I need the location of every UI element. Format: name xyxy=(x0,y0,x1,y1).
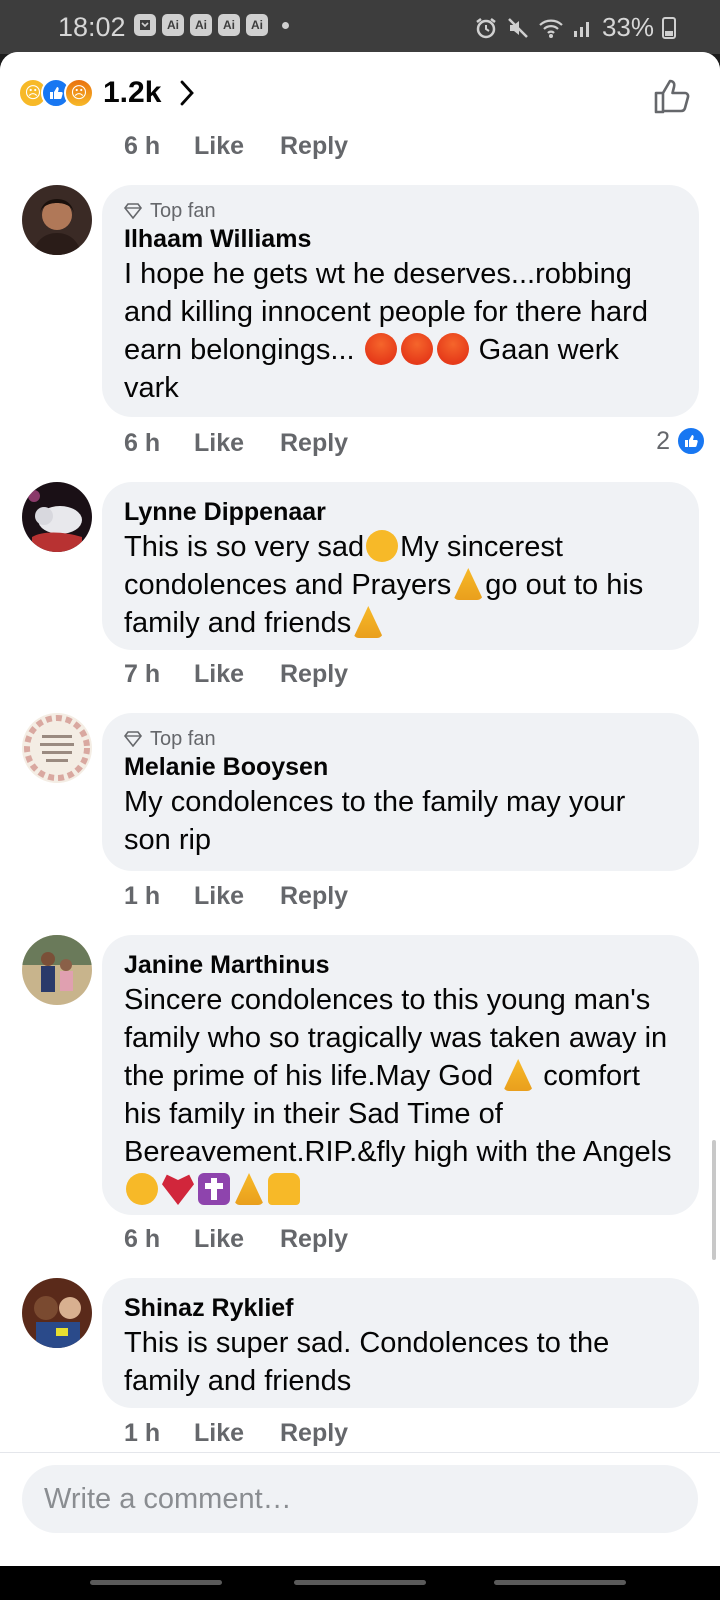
comment-time: 6 h xyxy=(124,132,161,160)
like-link[interactable]: Like xyxy=(194,660,280,689)
reply-link[interactable]: Reply xyxy=(280,1419,348,1448)
diamond-icon xyxy=(124,731,142,747)
more-notifications-dot-icon xyxy=(282,22,289,29)
comment-time: 7 h xyxy=(124,660,161,688)
comment-input[interactable] xyxy=(22,1465,698,1533)
ai-notification-icon: Ai xyxy=(190,14,212,36)
top-fan-badge: Top fan xyxy=(124,199,677,223)
comment-actions: 6 h Like Reply xyxy=(124,1225,348,1254)
top-fan-badge: Top fan xyxy=(124,727,677,751)
comment-actions: 1 h Like Reply xyxy=(124,1419,348,1448)
comment-like-count[interactable]: 2 xyxy=(656,426,706,456)
latin-cross-emoji xyxy=(198,1173,230,1205)
avatar[interactable] xyxy=(22,1278,92,1348)
comment-time: 1 h xyxy=(124,882,161,910)
battery-icon xyxy=(662,16,676,39)
comment-text: This is so very sad My sincerest condolen… xyxy=(124,530,644,639)
chevron-right-icon xyxy=(180,80,195,106)
comment-bubble: Shinaz Ryklief This is super sad. Condol… xyxy=(102,1278,699,1408)
comment-author[interactable]: Shinaz Ryklief xyxy=(124,1292,677,1324)
reaction-count: 1.2k xyxy=(103,76,162,109)
battery-percent: 33% xyxy=(601,12,654,42)
home-button[interactable] xyxy=(294,1580,426,1585)
system-nav-bar xyxy=(0,1566,720,1600)
comment-text: Sincere condolences to this young man's … xyxy=(124,981,677,1209)
like-count-number: 2 xyxy=(656,426,670,455)
diamond-icon xyxy=(124,203,142,219)
status-bar: 18:02 Ai Ai Ai Ai 33% xyxy=(0,0,720,54)
app-notification-icon xyxy=(134,14,156,36)
folded-hands-emoji xyxy=(353,606,384,638)
ai-notification-icon: Ai xyxy=(218,14,240,36)
comment-author[interactable]: Ilhaam Williams xyxy=(124,223,677,255)
folded-hands-emoji xyxy=(234,1173,264,1205)
like-link[interactable]: Like xyxy=(194,1419,280,1448)
angry-face-emoji xyxy=(364,333,397,365)
scrollbar[interactable] xyxy=(712,1140,716,1260)
comment-text: My condolences to the family may your so… xyxy=(124,786,626,856)
avatar[interactable] xyxy=(22,482,92,552)
angry-face-emoji xyxy=(400,333,433,365)
like-button-icon[interactable] xyxy=(652,76,692,116)
comment-bubble: Top fan Ilhaam Williams I hope he gets w… xyxy=(102,185,699,417)
comment-author[interactable]: Janine Marthinus xyxy=(124,949,677,981)
comment-bubble: Janine Marthinus Sincere condolences to … xyxy=(102,935,699,1215)
reply-link[interactable]: Reply xyxy=(280,1225,348,1254)
reply-link[interactable]: Reply xyxy=(280,660,348,689)
status-app-icons: Ai Ai Ai Ai xyxy=(134,14,289,36)
reactions-summary[interactable]: ☹ ☹ 1.2k xyxy=(18,76,195,110)
like-link[interactable]: Like xyxy=(194,429,280,458)
top-fan-label: Top fan xyxy=(150,199,216,222)
status-right-icons: 33% xyxy=(474,12,676,43)
ai-notification-icon: Ai xyxy=(162,14,184,36)
crying-face-emoji xyxy=(126,1173,158,1205)
avatar[interactable] xyxy=(22,935,92,1005)
ai-notification-icon: Ai xyxy=(246,14,268,36)
comments-sheet: ☹ ☹ 1.2k 6 h Like Reply Top fan Ilhaam W… xyxy=(0,52,720,1600)
like-link[interactable]: Like xyxy=(194,882,280,911)
comment-text: This is super sad. Condolences to the fa… xyxy=(124,1327,610,1397)
comment-author[interactable]: Lynne Dippenaar xyxy=(124,496,677,528)
like-link[interactable]: Like xyxy=(194,1225,280,1254)
like-link[interactable]: Like xyxy=(194,132,280,161)
comment-time: 1 h xyxy=(124,1419,161,1447)
recents-button[interactable] xyxy=(90,1580,222,1585)
folded-hands-emoji xyxy=(453,568,484,600)
avatar[interactable] xyxy=(22,185,92,255)
like-icon xyxy=(676,426,706,456)
comment-bubble: Lynne Dippenaar This is so very sad My si… xyxy=(102,482,699,650)
comment-author[interactable]: Melanie Booysen xyxy=(124,751,677,783)
wifi-icon xyxy=(539,19,563,38)
comment-actions: 7 h Like Reply xyxy=(124,660,348,689)
reply-link[interactable]: Reply xyxy=(280,132,348,161)
angry-icon: ☹ xyxy=(64,78,94,108)
broken-heart-emoji xyxy=(162,1174,194,1205)
comment-bubble: Top fan Melanie Booysen My condolences t… xyxy=(102,713,699,871)
comment-actions: 6 h Like Reply xyxy=(124,132,348,161)
folded-hands-emoji xyxy=(503,1059,534,1091)
comment-actions: 1 h Like Reply xyxy=(124,882,348,911)
reply-link[interactable]: Reply xyxy=(280,882,348,911)
top-fan-label: Top fan xyxy=(150,727,216,750)
comment-time: 6 h xyxy=(124,1225,161,1253)
angry-face-emoji xyxy=(436,333,469,365)
comment-text: I hope he gets wt he deserves...robbing … xyxy=(124,258,648,404)
comment-time: 6 h xyxy=(124,429,161,457)
sad-face-emoji xyxy=(366,530,399,562)
raising-hands-emoji xyxy=(268,1173,300,1205)
mute-icon xyxy=(508,17,528,38)
comment-composer xyxy=(0,1452,720,1552)
comment-actions: 6 h Like Reply xyxy=(124,429,348,458)
reply-link[interactable]: Reply xyxy=(280,429,348,458)
avatar[interactable] xyxy=(22,713,92,783)
alarm-icon xyxy=(476,17,496,38)
signal-icon xyxy=(573,21,589,37)
back-button[interactable] xyxy=(494,1580,626,1585)
status-time: 18:02 xyxy=(58,12,126,42)
reactions-header: ☹ ☹ 1.2k xyxy=(0,52,720,136)
